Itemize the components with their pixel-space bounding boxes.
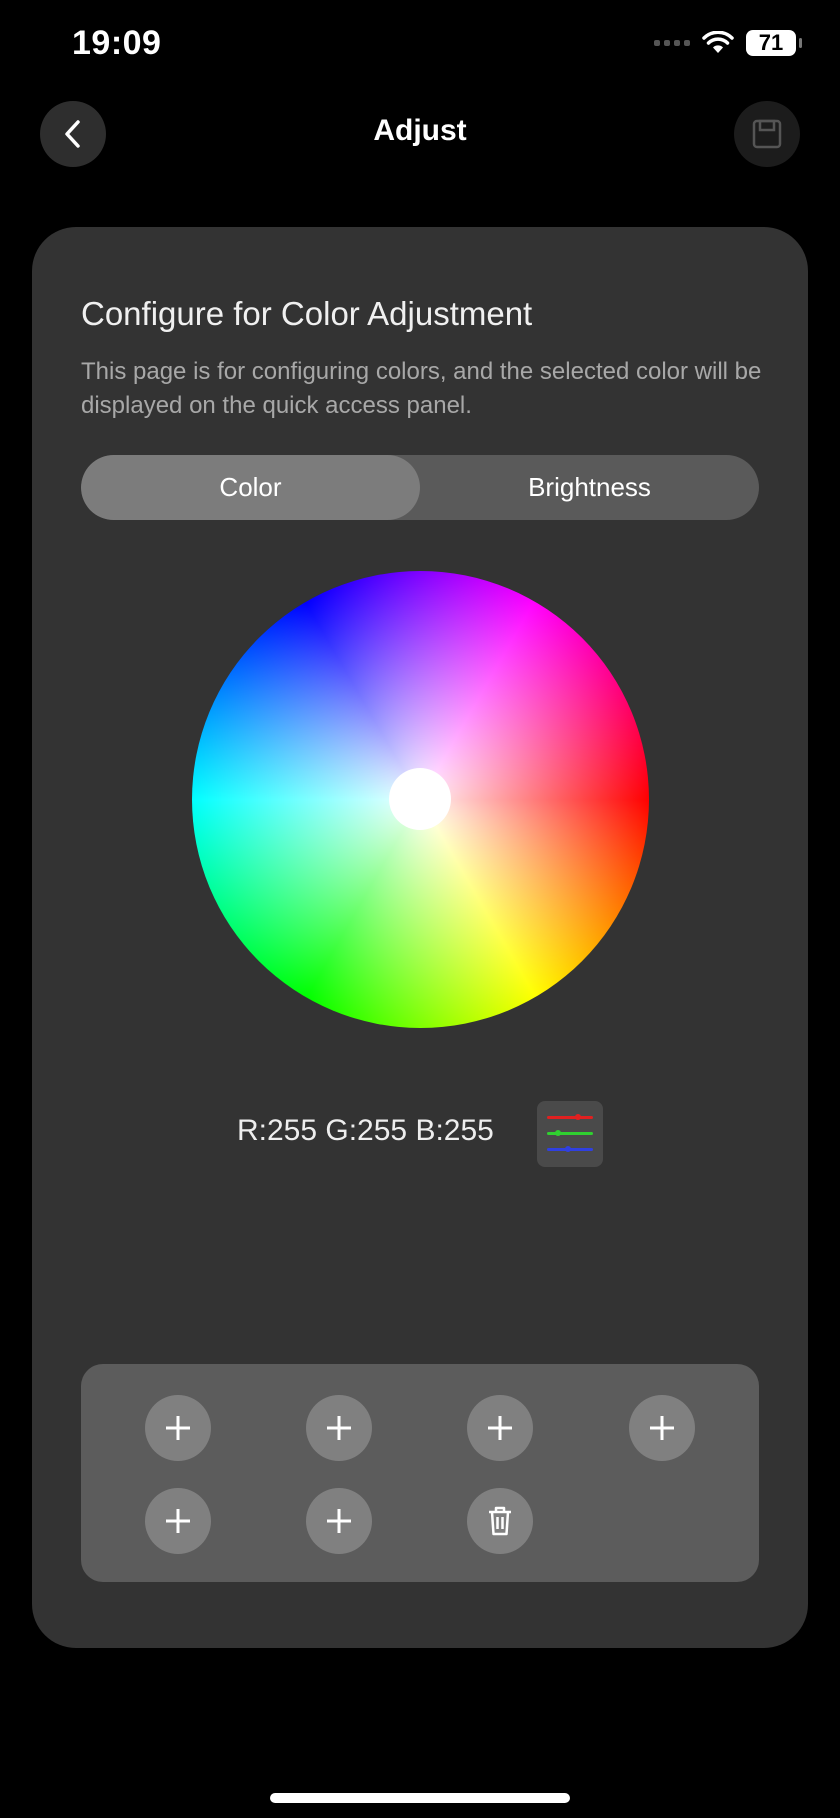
blue-slider-dot xyxy=(565,1146,571,1152)
delete-preset-button[interactable] xyxy=(467,1488,533,1554)
add-preset-button[interactable] xyxy=(145,1488,211,1554)
mode-segmented-control: Color Brightness xyxy=(81,455,759,520)
wifi-icon xyxy=(702,31,734,53)
color-config-card: Configure for Color Adjustment This page… xyxy=(32,227,808,1648)
green-slider-dot xyxy=(555,1130,561,1136)
plus-icon xyxy=(488,1416,512,1440)
tab-brightness[interactable]: Brightness xyxy=(420,455,759,520)
card-description: This page is for configuring colors, and… xyxy=(81,358,762,419)
plus-icon xyxy=(166,1509,190,1533)
add-preset-button[interactable] xyxy=(306,1395,372,1461)
save-button[interactable] xyxy=(734,101,800,167)
page-title: Adjust xyxy=(373,114,467,147)
plus-icon xyxy=(650,1416,674,1440)
add-preset-button[interactable] xyxy=(306,1488,372,1554)
card-title: Configure for Color Adjustment xyxy=(81,295,533,332)
preset-colors-panel xyxy=(81,1364,759,1582)
color-picker-knob[interactable] xyxy=(389,768,451,830)
status-icons: 71 xyxy=(654,30,802,56)
cellular-signal-icon xyxy=(654,40,690,46)
add-preset-button[interactable] xyxy=(629,1395,695,1461)
plus-icon xyxy=(327,1416,351,1440)
plus-icon xyxy=(166,1416,190,1440)
battery-icon: 71 xyxy=(746,30,802,56)
add-preset-button[interactable] xyxy=(467,1395,533,1461)
add-preset-button[interactable] xyxy=(145,1395,211,1461)
status-time: 19:09 xyxy=(72,24,162,62)
battery-level: 71 xyxy=(758,30,784,55)
trash-icon xyxy=(489,1506,511,1536)
rgb-sliders-button[interactable] xyxy=(537,1101,603,1167)
green-slider-line xyxy=(547,1132,593,1135)
home-indicator[interactable] xyxy=(270,1793,570,1803)
save-icon xyxy=(752,119,782,149)
color-wheel-container xyxy=(192,571,649,1028)
red-slider-dot xyxy=(575,1114,581,1120)
tab-color[interactable]: Color xyxy=(81,455,420,520)
red-slider-line xyxy=(547,1116,593,1119)
plus-icon xyxy=(327,1509,351,1533)
rgb-readout: R:255 G:255 B:255 xyxy=(237,1114,494,1147)
